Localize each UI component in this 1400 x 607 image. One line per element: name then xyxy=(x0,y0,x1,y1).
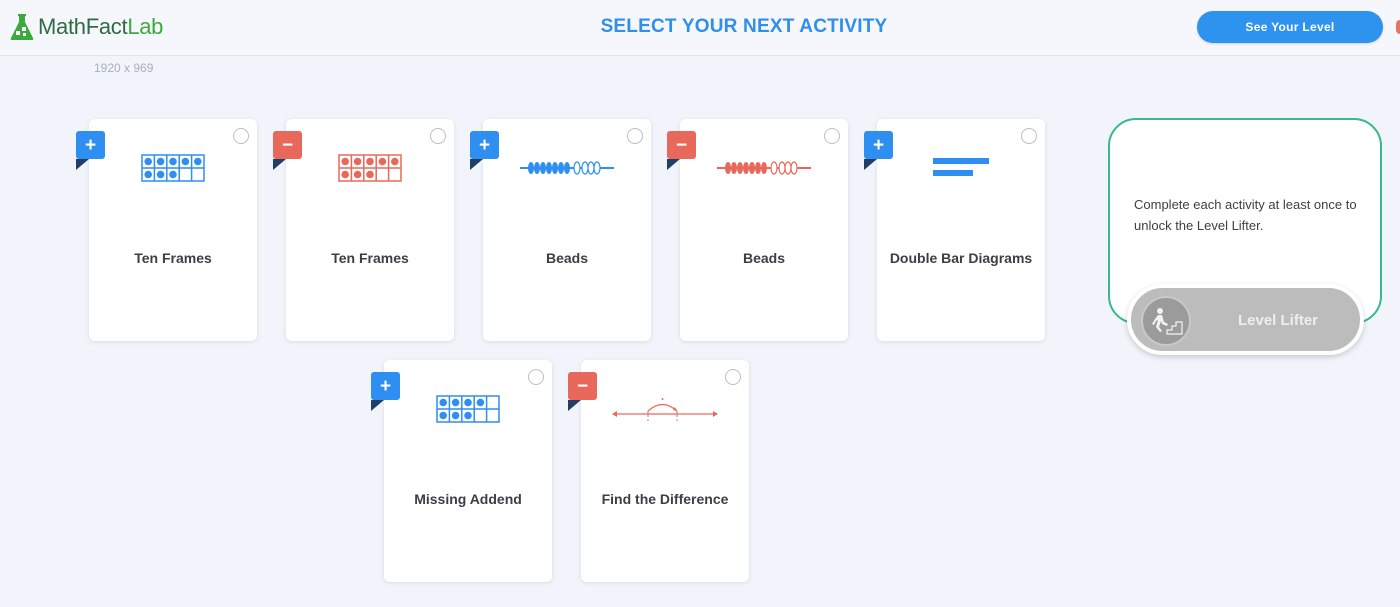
see-your-level-button[interactable]: See Your Level xyxy=(1197,11,1383,43)
resolution-label: 1920 x 969 xyxy=(94,61,154,75)
level-lifter-label: Level Lifter xyxy=(1237,312,1319,329)
activity-card-beads-subtraction[interactable]: − Beads xyxy=(667,119,848,341)
completion-radio[interactable] xyxy=(1021,128,1037,144)
activity-card-beads-addition[interactable]: + Beads xyxy=(470,119,651,341)
ten-frame-icon xyxy=(286,151,454,185)
ten-frame-icon xyxy=(384,392,552,426)
top-bar: MathFactLab SELECT YOUR NEXT ACTIVITY Se… xyxy=(0,0,1400,56)
beads-icon xyxy=(680,151,848,185)
edge-indicator xyxy=(1396,20,1400,34)
activity-label: Missing Addend xyxy=(414,491,522,507)
completion-radio[interactable] xyxy=(627,128,643,144)
beads-icon xyxy=(483,151,651,185)
activity-label: Ten Frames xyxy=(134,250,212,266)
completion-radio[interactable] xyxy=(824,128,840,144)
double-bar-icon xyxy=(877,151,1045,185)
completion-radio[interactable] xyxy=(430,128,446,144)
ten-frame-icon xyxy=(89,151,257,185)
activity-label: Beads xyxy=(545,250,589,266)
activity-card-ten-frames-subtraction[interactable]: − Ten Frames xyxy=(273,119,454,341)
stair-climber-icon xyxy=(1141,296,1191,346)
activity-card-double-bar-diagrams[interactable]: + Double Bar Diagrams xyxy=(864,119,1045,341)
page-title: SELECT YOUR NEXT ACTIVITY xyxy=(600,16,888,37)
activity-card-ten-frames-addition[interactable]: + Ten Frames xyxy=(76,119,257,341)
completion-radio[interactable] xyxy=(528,369,544,385)
activity-label: Double Bar Diagrams xyxy=(889,250,1033,266)
activity-label: Find the Difference xyxy=(601,491,729,507)
activity-card-find-the-difference[interactable]: − Find the Difference xyxy=(568,360,749,582)
completion-radio[interactable] xyxy=(233,128,249,144)
completion-radio[interactable] xyxy=(725,369,741,385)
number-line-icon xyxy=(581,392,749,426)
level-lifter-button[interactable]: Level Lifter xyxy=(1127,284,1364,355)
unlock-instructions: Complete each activity at least once to … xyxy=(1134,197,1357,233)
activity-label: Beads xyxy=(742,250,786,266)
activity-label: Ten Frames xyxy=(331,250,409,266)
activity-card-missing-addend[interactable]: + Missing Addend xyxy=(371,360,552,582)
